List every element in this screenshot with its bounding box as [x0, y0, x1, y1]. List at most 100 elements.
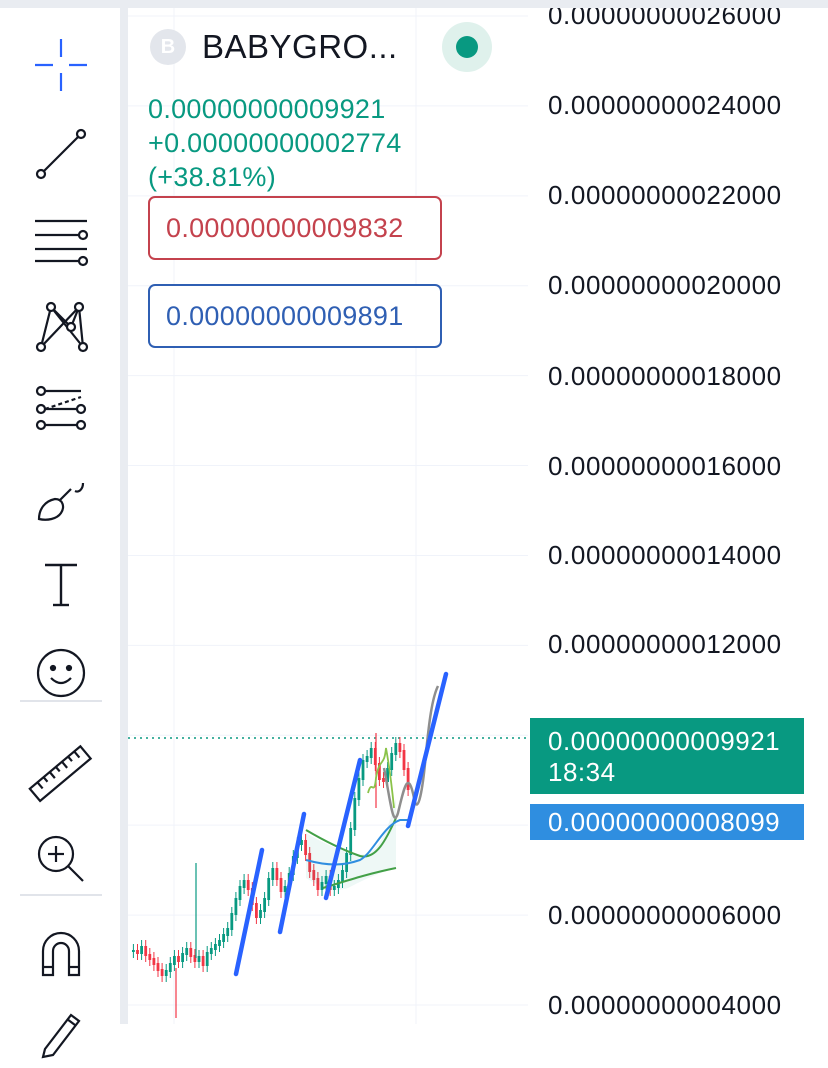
candle-body — [382, 778, 385, 782]
candle-body — [205, 952, 209, 966]
symbol-name[interactable]: BABYGRO... — [202, 28, 398, 66]
price-axis-tick: 0.00000000020000 — [548, 270, 782, 300]
candle-body — [271, 868, 275, 880]
price-axis-tick: 0.00000000026000 — [548, 8, 782, 30]
chart-drawings — [132, 671, 449, 1018]
ruler-icon — [28, 744, 93, 803]
candle-body — [132, 950, 135, 952]
candle-body — [394, 743, 398, 755]
drawn-trend-line — [277, 811, 307, 935]
toolbar-gutter — [120, 8, 128, 1024]
drawing-toolbar — [0, 8, 120, 1059]
candle-body — [173, 956, 176, 965]
last-price-label: 0.00000000009921 18:34 — [530, 718, 804, 794]
price-axis-tick: 0.00000000024000 — [548, 90, 782, 120]
candle-body — [189, 948, 193, 957]
candle-body — [181, 953, 184, 962]
candle-body — [402, 750, 406, 770]
text-tool-button[interactable] — [26, 550, 96, 620]
candle-body — [263, 898, 266, 912]
fib-levels-icon — [35, 219, 89, 267]
trend-line-tool-button[interactable] — [26, 119, 96, 189]
emoji-icon — [36, 648, 86, 698]
candle-body — [201, 956, 205, 966]
candle-body — [214, 944, 217, 950]
coin-logo: B — [150, 29, 186, 65]
pencil-icon — [41, 1013, 81, 1059]
candle-body — [365, 756, 369, 762]
candle-body — [226, 928, 230, 936]
top-strip — [0, 0, 828, 8]
candle-body — [349, 828, 353, 855]
candle-body — [160, 969, 164, 976]
price-change: +0.00000000002774 — [148, 128, 402, 158]
candle-body — [177, 956, 180, 962]
market-status-indicator[interactable] — [442, 22, 492, 72]
candle-body — [238, 886, 242, 900]
candle-body — [369, 748, 373, 758]
candle-body — [185, 948, 189, 955]
candle-body — [357, 778, 361, 800]
candle-body — [230, 913, 234, 930]
candle-body — [148, 954, 152, 960]
status-dot-icon — [456, 36, 478, 58]
candle-body — [144, 946, 148, 956]
price-axis-tick: 0.00000000004000 — [548, 990, 782, 1020]
candle-body — [275, 868, 279, 880]
projection-icon — [35, 385, 87, 431]
toolbar-divider — [20, 700, 102, 702]
emoji-tool-button[interactable] — [26, 638, 96, 708]
zoom-in-icon — [37, 835, 84, 882]
candle-body — [267, 878, 271, 900]
bar-countdown: 18:34 — [548, 757, 616, 787]
moving-average-label: 0.00000000008099 — [530, 804, 804, 840]
candle-body — [255, 903, 258, 918]
candle-body — [279, 878, 283, 892]
candle-body — [406, 768, 410, 790]
candle-body — [353, 798, 357, 830]
magnet-tool-button[interactable] — [26, 918, 96, 988]
zoom-tool-button[interactable] — [26, 824, 96, 894]
brush-tool-button[interactable] — [26, 464, 96, 534]
candle-body — [164, 970, 168, 976]
price-change-percent: (+38.81%) — [148, 162, 277, 192]
projection-tool-button[interactable] — [26, 378, 96, 448]
candle-body — [152, 958, 156, 965]
candle-body — [234, 898, 238, 915]
chart-pane[interactable]: B BABYGRO... 0.00000000009921 +0.0000000… — [128, 8, 828, 1024]
price-axis-tick: 0.00000000014000 — [548, 540, 782, 570]
last-price: 0.00000000009921 — [148, 94, 386, 124]
candle-body — [197, 956, 201, 962]
candle-body — [398, 743, 402, 752]
candle-body — [222, 934, 225, 942]
candle-body — [136, 950, 139, 954]
drawn-trend-line — [405, 671, 449, 829]
magnet-icon — [41, 931, 81, 977]
price-axis-tick: 0.00000000018000 — [548, 361, 782, 391]
buy-price-box[interactable]: 0.00000000009891 — [148, 284, 442, 348]
candle-body — [156, 963, 160, 971]
pattern-icon — [35, 301, 89, 353]
candle-body — [259, 910, 262, 918]
price-axis-tick: 0.00000000006000 — [548, 900, 782, 930]
crosshair-icon — [35, 39, 87, 91]
sell-price-box[interactable]: 0.00000000009832 — [148, 196, 442, 260]
text-icon — [45, 563, 77, 607]
candle-body — [168, 963, 172, 972]
toolbar-divider — [20, 894, 102, 896]
last-price-value: 0.00000000009921 — [548, 726, 781, 756]
brush-icon — [37, 482, 85, 521]
candle-body — [140, 946, 143, 954]
measure-tool-button[interactable] — [26, 738, 96, 808]
candle-body — [361, 760, 365, 780]
crosshair-tool-button[interactable] — [26, 30, 96, 100]
pencil-tool-button[interactable] — [26, 998, 96, 1068]
price-axis-tick: 0.00000000022000 — [548, 180, 782, 210]
candle-body — [390, 753, 394, 770]
pattern-tool-button[interactable] — [26, 292, 96, 362]
drawn-trend-line — [233, 847, 265, 977]
candle-body — [246, 880, 250, 890]
fib-tool-button[interactable] — [26, 206, 96, 276]
price-axis-tick: 0.00000000016000 — [548, 451, 782, 481]
quote-block: 0.00000000009921 +0.00000000002774 (+38.… — [148, 92, 498, 194]
